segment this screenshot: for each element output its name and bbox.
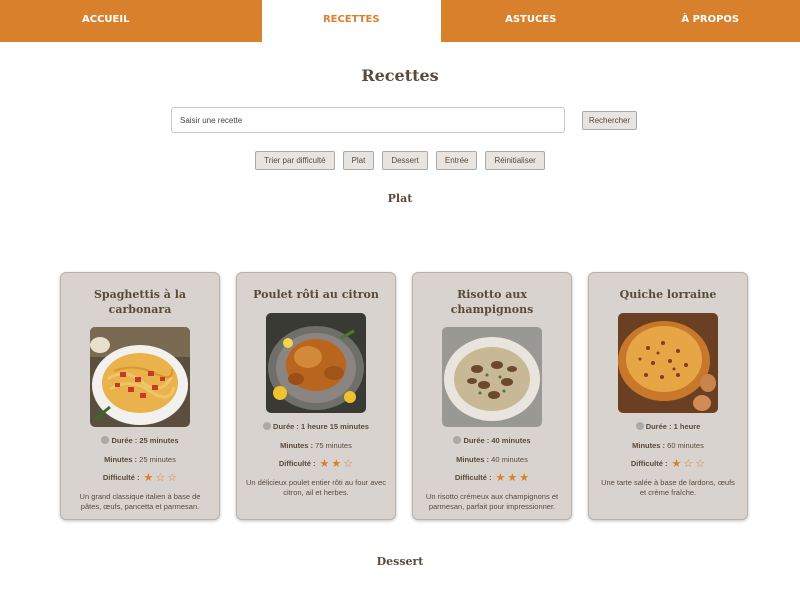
nav-tab-a-propos[interactable]: À PROPOS <box>621 0 800 42</box>
recipe-title: Poulet rôti au citron <box>253 288 379 301</box>
recipe-difficulty: Difficulté : ★ ★ ★ <box>454 472 530 484</box>
star-empty-icon: ☆ <box>695 458 706 470</box>
clock-icon <box>453 436 462 444</box>
recipe-card[interactable]: Quiche lorraine Durée : 1 heure Minutes … <box>588 272 748 520</box>
search-button[interactable]: Rechercher <box>582 111 637 130</box>
top-nav: ACCUEIL RECETTES ASTUCES À PROPOS <box>0 0 800 42</box>
filter-entree-button[interactable]: Entrée <box>435 151 478 170</box>
recipe-card-list: Spaghettis à la carbonara Durée: 25 min… <box>60 272 748 520</box>
search-input[interactable] <box>171 107 565 133</box>
recipe-description: Une tarte salée à base de lardons, œufs … <box>601 478 735 497</box>
recipe-description: Un délicieux poulet entier rôti au four … <box>245 478 387 497</box>
star-empty-icon: ☆ <box>343 458 354 470</box>
star-filled-icon: ★ <box>331 458 342 470</box>
nav-tab-recettes[interactable]: RECETTES <box>261 0 441 42</box>
star-filled-icon: ★ <box>507 472 518 484</box>
filter-bar: Trier par difficulté Plat Dessert Entrée… <box>0 151 800 170</box>
recipe-minutes: Minutes : 25 minutes <box>104 455 176 464</box>
recipe-minutes: Minutes : 60 minutes <box>632 441 704 450</box>
difficulty-stars: ★ ★ ☆ <box>319 458 354 470</box>
star-filled-icon: ★ <box>671 458 682 470</box>
filter-dessert-button[interactable]: Dessert <box>382 151 428 170</box>
nav-tab-astuces[interactable]: ASTUCES <box>441 0 621 42</box>
recipe-title: Quiche lorraine <box>619 288 717 301</box>
section-title-plat: Plat <box>387 192 413 205</box>
clock-icon <box>101 436 110 444</box>
recipe-title: Risotto aux champignons <box>450 288 534 316</box>
recipe-difficulty: Difficulté : ★ ☆ ☆ <box>630 458 706 470</box>
recipe-duration: Durée : 25 minutes <box>61 436 219 446</box>
difficulty-stars: ★ ☆ ☆ <box>143 472 178 484</box>
star-filled-icon: ★ <box>319 458 330 470</box>
star-empty-icon: ☆ <box>167 472 178 484</box>
reset-button[interactable]: Réinitialiser <box>485 151 545 170</box>
recipe-duration: Durée : 1 heure <box>589 422 747 432</box>
recipe-description: Un grand classique italien à base de pât… <box>79 492 201 511</box>
star-empty-icon: ☆ <box>683 458 694 470</box>
recipe-duration: Durée : 1 heure 15 minutes <box>237 422 395 432</box>
recipe-difficulty: Difficulté : ★ ★ ☆ <box>278 458 354 470</box>
recipe-image-quiche <box>618 313 718 413</box>
star-empty-icon: ☆ <box>155 472 166 484</box>
page-title: Recettes <box>361 66 439 85</box>
difficulty-stars: ★ ★ ★ <box>495 472 530 484</box>
star-filled-icon: ★ <box>519 472 530 484</box>
recipe-card[interactable]: Spaghettis à la carbonara Durée: 25 min… <box>60 272 220 520</box>
nav-tab-accueil[interactable]: ACCUEIL <box>0 0 262 42</box>
filter-plat-button[interactable]: Plat <box>342 151 375 170</box>
clock-icon <box>635 422 644 430</box>
recipe-card[interactable]: Poulet rôti au citron Durée : 1 heure 15… <box>236 272 396 520</box>
recipe-minutes: Minutes : 40 minutes <box>456 455 528 464</box>
recipe-image-risotto <box>442 327 542 427</box>
recipe-title: Spaghettis à la carbonara <box>93 288 187 316</box>
recipe-description: Un risotto crémeux aux champignons et pa… <box>425 492 559 511</box>
star-filled-icon: ★ <box>495 472 506 484</box>
sort-difficulty-button[interactable]: Trier par difficulté <box>255 151 335 170</box>
recipe-minutes: Minutes : 75 minutes <box>280 441 352 450</box>
recipe-card[interactable]: Risotto aux champignons Durée : 40 minut… <box>412 272 572 520</box>
star-filled-icon: ★ <box>143 472 154 484</box>
recipe-image-poulet <box>266 313 366 413</box>
section-title-dessert: Dessert <box>376 555 424 568</box>
difficulty-stars: ★ ☆ ☆ <box>671 458 706 470</box>
recipe-image-carbonara <box>90 327 190 427</box>
recipe-duration: Durée : 40 minutes <box>413 436 571 446</box>
recipe-difficulty: Difficulté : ★ ☆ ☆ <box>102 472 178 484</box>
clock-icon <box>263 422 272 430</box>
